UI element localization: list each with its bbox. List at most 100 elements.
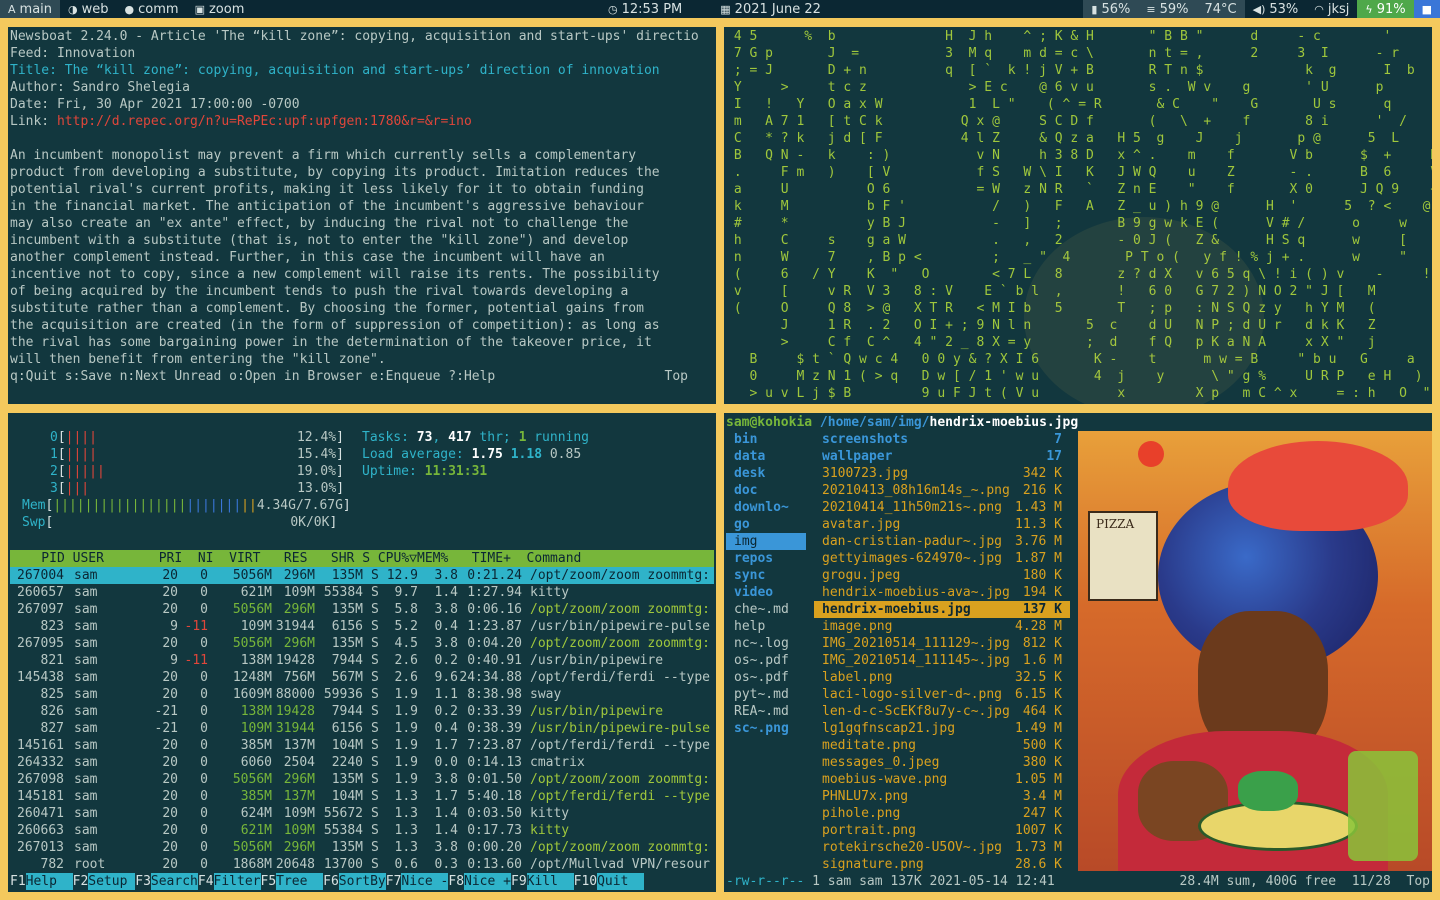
file-entry[interactable]: 20210414_11h50m21s~.png 1.43 M — [814, 499, 1070, 516]
parent-entry[interactable]: help — [726, 618, 806, 635]
ranger-pane[interactable]: sam@kohokia /home/sam/img/hendrix-moebiu… — [724, 413, 1432, 892]
process-row[interactable]: 264332 sam 20 0 6060 2504 2240 S 1.9 0.0 0:14.13 cm… — [10, 754, 714, 771]
cmatrix-pane[interactable]: 4 5 % b H J h ^ ; K & H " B B " d - c ' … — [724, 27, 1432, 404]
process-row[interactable]: 267004 sam 20 0 5056M 296M 135M S 12.9 3.8 0:21.24… — [10, 567, 714, 584]
parent-entry[interactable]: repos — [726, 550, 806, 567]
volume-status[interactable]: ◀) 53% — [1245, 0, 1307, 18]
file-entry[interactable]: moebius-wave.png 1.05 M — [814, 771, 1070, 788]
process-row[interactable]: 826 sam -21 0 138M 19428 7944 S 1.9 0.2 0:33.39/us… — [10, 703, 714, 720]
newsboat-pane[interactable]: Newsboat 2.24.0 - Article 'The “kill zon… — [8, 27, 716, 404]
function-key-label[interactable]: Setup — [88, 873, 136, 890]
parent-entry[interactable]: doc — [726, 482, 806, 499]
file-entry[interactable]: label.png 32.5 K — [814, 669, 1070, 686]
parent-entry[interactable]: data — [726, 448, 806, 465]
process-row[interactable]: 267098 sam 20 0 5056M 296M 135M S 1.9 3.8 0:01.50 /… — [10, 771, 714, 788]
process-s: S — [371, 670, 379, 685]
parent-entry[interactable]: os~.pdf — [726, 669, 806, 686]
function-key-label[interactable]: SortBy — [338, 873, 386, 890]
file-entry[interactable]: grogu.jpeg 180 K — [814, 567, 1070, 584]
parent-entry[interactable]: os~.pdf — [726, 652, 806, 669]
workspace-3[interactable]: ▣ zoom — [187, 0, 253, 18]
workspace-0[interactable]: Amain — [0, 0, 61, 18]
network-status[interactable]: ◠ jksj — [1306, 0, 1357, 18]
file-entry[interactable]: meditate.png 500 K — [814, 737, 1070, 754]
file-entry[interactable]: hendrix-moebius-ava~.jpg 194 K — [814, 584, 1070, 601]
function-key-label[interactable]: Help — [25, 873, 73, 890]
parent-entry[interactable]: downlo~ — [726, 499, 806, 516]
zoom-tray[interactable]: ■ — [1413, 0, 1440, 18]
parent-directory-column[interactable]: bin data desk doc downlo~ go img repos sync video… — [726, 431, 806, 737]
process-row[interactable]: 267095 sam 20 0 5056M 296M 135M S 4.5 3.8 0:04.20 /… — [10, 635, 714, 652]
file-entry[interactable]: dan-cristian-padur~.jpg 3.76 M — [814, 533, 1070, 550]
file-entry[interactable]: hendrix-moebius.jpg 137 K — [814, 601, 1070, 618]
parent-entry[interactable]: pyt~.md — [726, 686, 806, 703]
current-directory-column[interactable]: screenshots 7 wallpaper 17 3100723.jpg 342 K2… — [814, 431, 1070, 873]
file-entry[interactable]: IMG_20210514_111129~.jpg 812 K — [814, 635, 1070, 652]
process-row[interactable]: 260471 sam 20 0 624M 109M 55672 S 1.3 1.4 0:03.50 k… — [10, 805, 714, 822]
file-entry[interactable]: 20210413_08h16m14s_~.png 216 K — [814, 482, 1070, 499]
parent-entry[interactable]: img — [726, 533, 806, 550]
function-key: F8 — [448, 874, 465, 889]
file-entry[interactable]: pihole.png 247 K — [814, 805, 1070, 822]
parent-entry[interactable]: che~.md — [726, 601, 806, 618]
process-res: 296M — [283, 636, 315, 651]
function-key-label[interactable]: Kill — [526, 873, 574, 890]
function-key-label[interactable]: Quit — [597, 873, 645, 890]
parent-entry[interactable]: REA~.md — [726, 703, 806, 720]
parent-entry[interactable]: video — [726, 584, 806, 601]
file-entry[interactable]: rotekirsche20-U5OV~.jpg 1.73 M — [814, 839, 1070, 856]
clock: ◷ 12:53 PM — [600, 0, 690, 18]
article-link[interactable]: http://d.repec.org/n?u=RePEc:upf:upfgen:… — [57, 114, 472, 129]
process-row[interactable]: 827 sam -21 0 109M 31944 6156 S 1.9 0.4 0:38.39/us… — [10, 720, 714, 737]
process-virt: 1248M — [232, 670, 272, 685]
process-table-header[interactable]: PID USER PRI NI VIRT RES SHR S CPU%▽MEM%… — [10, 550, 714, 567]
process-virt: 1868M — [232, 857, 272, 872]
process-row[interactable]: 825 sam 20 0 1609M 88000 59936 S 1.9 1.1 8:38.98 sw… — [10, 686, 714, 703]
file-entry[interactable]: gettyimages-624970~.jpg 1.87 M — [814, 550, 1070, 567]
file-entry[interactable]: PHNLU7x.png 3.4 M — [814, 788, 1070, 805]
workspace-2[interactable]: ● comm — [117, 0, 187, 18]
process-row[interactable]: 145438 sam 20 0 1248M 756M 567M S 2.6 9.6 24:34.88… — [10, 669, 714, 686]
process-row[interactable]: 267097 sam 20 0 5056M 296M 135M S 5.8 3.8 0:06.16 /… — [10, 601, 714, 618]
parent-entry[interactable]: go — [726, 516, 806, 533]
parent-entry[interactable]: sc~.png — [726, 720, 806, 737]
process-row[interactable]: 821 sam 9 -11 138M 19428 7944 S 2.6 0.2 0:40.91/us… — [10, 652, 714, 669]
file-entry[interactable]: lg1gqfnscap21.jpg 1.49 M — [814, 720, 1070, 737]
function-key-label[interactable]: Tree — [276, 873, 324, 890]
process-row[interactable]: 145181 sam 20 0 385M 137M 104M S 1.3 1.7 5:40.18/o… — [10, 788, 714, 805]
parent-entry[interactable]: desk — [726, 465, 806, 482]
function-key-label[interactable]: Nice + — [464, 873, 511, 890]
file-entry[interactable]: 3100723.jpg 342 K — [814, 465, 1070, 482]
temperature-status: 74°C — [1196, 0, 1245, 18]
function-key-label[interactable]: Search — [150, 873, 198, 890]
file-entry[interactable]: laci-logo-silver-d~.png 6.15 K — [814, 686, 1070, 703]
file-entry[interactable]: wallpaper 17 — [814, 448, 1070, 465]
process-pid: 145161 — [17, 738, 64, 753]
function-key: F5 — [260, 874, 277, 889]
file-entry[interactable]: messages_0.jpeg 380 K — [814, 754, 1070, 771]
file-entry[interactable]: screenshots 7 — [814, 431, 1070, 448]
process-row[interactable]: 260663 sam 20 0 621M 109M 55384 S 1.3 1.4 0:17.73 k… — [10, 822, 714, 839]
file-entry[interactable]: avatar.jpg 11.3 K — [814, 516, 1070, 533]
process-row[interactable]: 267013 sam 20 0 5056M 296M 135M S 1.3 3.8 0:00.20 /… — [10, 839, 714, 856]
file-entry[interactable]: signature.png 28.6 K — [814, 856, 1070, 873]
parent-entry[interactable]: sync — [726, 567, 806, 584]
function-key-label[interactable]: Nice - — [401, 873, 449, 890]
parent-entry[interactable]: bin — [726, 431, 806, 448]
file-entry[interactable]: IMG_20210514_111145~.jpg 1.6 M — [814, 652, 1070, 669]
process-row[interactable]: 145161 sam 20 0 385M 137M 104M S 1.9 1.7 7:23.87/o… — [10, 737, 714, 754]
function-key-label[interactable]: Filter — [213, 873, 261, 890]
process-res: 19428 — [275, 653, 315, 668]
process-table[interactable]: 267004 sam 20 0 5056M 296M 135M S 12.9 3.8 0:21.24… — [10, 567, 714, 873]
process-row[interactable]: 823 sam 9 -11 109M 31944 6156 S 5.2 0.4 1:23.87/us… — [10, 618, 714, 635]
directory-summary: 28.4M sum, 400G free 11/28 Top — [1179, 874, 1430, 889]
parent-entry[interactable]: nc~.log — [726, 635, 806, 652]
process-row[interactable]: 782 root 20 0 1868M 20648 13700 S 0.6 0.3 0:13.60 /… — [10, 856, 714, 873]
htop-pane[interactable]: 0[|||| 12.4%] 1[|||| 15.4%] 2[||||| 19.0%] 3[|… — [8, 413, 716, 892]
file-entry[interactable]: portrait.png 1007 K — [814, 822, 1070, 839]
file-entry[interactable]: image.png 4.28 M — [814, 618, 1070, 635]
process-row[interactable]: 260657 sam 20 0 621M 109M 55384 S 9.7 1.4 1:27.94 k… — [10, 584, 714, 601]
file-entry[interactable]: len-d-c-ScEKf8u7y-c~.jpg 464 K — [814, 703, 1070, 720]
workspace-1[interactable]: ◑ web — [60, 0, 117, 18]
cpu-value: 15.4% — [296, 447, 337, 462]
